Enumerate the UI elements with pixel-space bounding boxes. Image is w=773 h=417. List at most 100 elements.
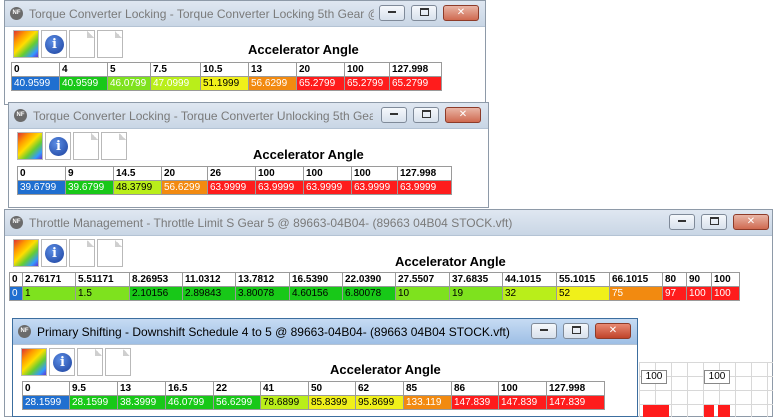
header-cell[interactable]: 13 xyxy=(117,381,166,396)
header-cell[interactable]: 100 xyxy=(351,166,398,181)
value-cell[interactable]: 100 xyxy=(686,286,712,301)
header-cell[interactable]: 85 xyxy=(403,381,452,396)
maximize-button[interactable] xyxy=(701,214,727,230)
value-cell[interactable]: 32 xyxy=(502,286,557,301)
header-cell[interactable]: 16.5 xyxy=(165,381,214,396)
maximize-button[interactable] xyxy=(411,5,437,21)
blank-page-button[interactable] xyxy=(69,30,95,58)
value-cell[interactable]: 6.80078 xyxy=(342,286,396,301)
header-cell[interactable]: 66.1015 xyxy=(609,272,663,287)
value-cell[interactable]: 63.9999 xyxy=(351,180,398,195)
value-cell[interactable]: 46.0799 xyxy=(165,395,214,410)
color-palette-button[interactable] xyxy=(21,348,47,376)
value-cell[interactable]: 39.6799 xyxy=(17,180,66,195)
value-cell[interactable]: 28.1599 xyxy=(22,395,70,410)
value-cell[interactable]: 78.6899 xyxy=(260,395,309,410)
value-cell[interactable]: 97 xyxy=(662,286,687,301)
window-downshift-schedule[interactable]: NF Primary Shifting - Downshift Schedule… xyxy=(12,318,638,417)
value-cell[interactable]: 38.3999 xyxy=(117,395,166,410)
header-cell[interactable]: 22.0390 xyxy=(342,272,396,287)
header-cell[interactable]: 80 xyxy=(662,272,687,287)
header-cell[interactable]: 100 xyxy=(303,166,352,181)
value-cell[interactable]: 40.9599 xyxy=(59,76,108,91)
header-cell[interactable]: 2.76171 xyxy=(22,272,76,287)
value-cell[interactable]: 147.839 xyxy=(546,395,605,410)
color-palette-button[interactable] xyxy=(13,30,39,58)
header-cell[interactable]: 26 xyxy=(207,166,256,181)
value-cell[interactable]: 56.6299 xyxy=(213,395,261,410)
header-cell[interactable]: 0 xyxy=(9,272,23,287)
value-cell[interactable]: 19 xyxy=(449,286,503,301)
header-cell[interactable]: 14.5 xyxy=(113,166,162,181)
map-table[interactable]: 0 2.76171 5.51171 8.26953 11.0312 13.781… xyxy=(9,272,740,301)
close-button[interactable]: ✕ xyxy=(445,107,481,123)
close-button[interactable]: ✕ xyxy=(595,323,631,339)
header-cell[interactable]: 100 xyxy=(255,166,304,181)
value-cell[interactable]: 46.0799 xyxy=(107,76,151,91)
map-table[interactable]: 0 9 14.5 20 26 100 100 100 127.998 39.67… xyxy=(17,166,452,195)
header-cell[interactable]: 37.6835 xyxy=(449,272,503,287)
map-table[interactable]: 0 9.5 13 16.5 22 41 50 62 85 86 100 127.… xyxy=(22,381,605,410)
blank-page-button[interactable] xyxy=(77,348,103,376)
value-cell[interactable]: 48.3799 xyxy=(113,180,162,195)
header-cell[interactable]: 5.51171 xyxy=(75,272,130,287)
header-cell[interactable]: 100 xyxy=(711,272,740,287)
value-cell[interactable]: 3.80078 xyxy=(235,286,290,301)
header-cell[interactable]: 7.5 xyxy=(150,62,201,77)
titlebar[interactable]: NF Primary Shifting - Downshift Schedule… xyxy=(13,319,637,345)
map-table[interactable]: 0 4 5 7.5 10.5 13 20 100 127.998 40.9599… xyxy=(11,62,442,91)
info-button[interactable]: i xyxy=(41,30,67,58)
header-cell[interactable]: 0 xyxy=(22,381,70,396)
header-cell[interactable]: 62 xyxy=(355,381,404,396)
info-button[interactable]: i xyxy=(45,132,71,160)
value-cell[interactable]: 40.9599 xyxy=(11,76,60,91)
header-cell[interactable]: 13.7812 xyxy=(235,272,290,287)
header-cell[interactable]: 20 xyxy=(161,166,208,181)
header-cell[interactable]: 41 xyxy=(260,381,309,396)
minimize-button[interactable] xyxy=(669,214,695,230)
header-cell[interactable]: 86 xyxy=(451,381,499,396)
value-cell[interactable]: 1.5 xyxy=(75,286,130,301)
header-cell[interactable]: 50 xyxy=(308,381,356,396)
header-cell[interactable]: 0 xyxy=(17,166,66,181)
value-cell[interactable]: 51.1999 xyxy=(200,76,249,91)
titlebar[interactable]: NF Torque Converter Locking - Torque Con… xyxy=(9,103,488,129)
value-cell[interactable]: 147.839 xyxy=(498,395,547,410)
minimize-button[interactable] xyxy=(381,107,407,123)
color-palette-button[interactable] xyxy=(17,132,43,160)
blank-page-button-2[interactable] xyxy=(101,132,127,160)
header-cell[interactable]: 55.1015 xyxy=(556,272,610,287)
value-cell[interactable]: 4.60156 xyxy=(289,286,343,301)
value-cell[interactable]: 52 xyxy=(556,286,610,301)
blank-page-button[interactable] xyxy=(69,239,95,267)
header-cell[interactable]: 22 xyxy=(213,381,261,396)
color-palette-button[interactable] xyxy=(13,239,39,267)
value-cell[interactable]: 63.9999 xyxy=(255,180,304,195)
header-cell[interactable]: 5 xyxy=(107,62,151,77)
value-cell[interactable]: 2.10156 xyxy=(129,286,183,301)
header-cell[interactable]: 127.998 xyxy=(546,381,605,396)
value-cell[interactable]: 85.8399 xyxy=(308,395,356,410)
value-cell[interactable]: 75 xyxy=(609,286,663,301)
value-cell[interactable]: 95.8699 xyxy=(355,395,404,410)
value-cell[interactable]: 56.6299 xyxy=(161,180,208,195)
background-cell[interactable]: 100 xyxy=(641,370,667,384)
background-cell[interactable]: 100 xyxy=(704,370,730,384)
value-cell[interactable]: 2.89843 xyxy=(182,286,236,301)
header-cell[interactable]: 9 xyxy=(65,166,114,181)
value-cell[interactable]: 39.6799 xyxy=(65,180,114,195)
value-cell[interactable]: 65.2799 xyxy=(296,76,345,91)
info-button[interactable]: i xyxy=(49,348,75,376)
header-cell[interactable]: 100 xyxy=(498,381,547,396)
header-cell[interactable]: 27.5507 xyxy=(395,272,450,287)
header-cell[interactable]: 127.998 xyxy=(389,62,442,77)
value-cell[interactable]: 63.9999 xyxy=(397,180,452,195)
header-cell[interactable]: 13 xyxy=(248,62,297,77)
header-cell[interactable]: 11.0312 xyxy=(182,272,236,287)
value-cell[interactable]: 133.119 xyxy=(403,395,452,410)
header-cell[interactable]: 10.5 xyxy=(200,62,249,77)
header-cell[interactable]: 4 xyxy=(59,62,108,77)
titlebar[interactable]: NF Throttle Management - Throttle Limit … xyxy=(5,210,772,236)
blank-page-button[interactable] xyxy=(73,132,99,160)
blank-page-button-2[interactable] xyxy=(105,348,131,376)
